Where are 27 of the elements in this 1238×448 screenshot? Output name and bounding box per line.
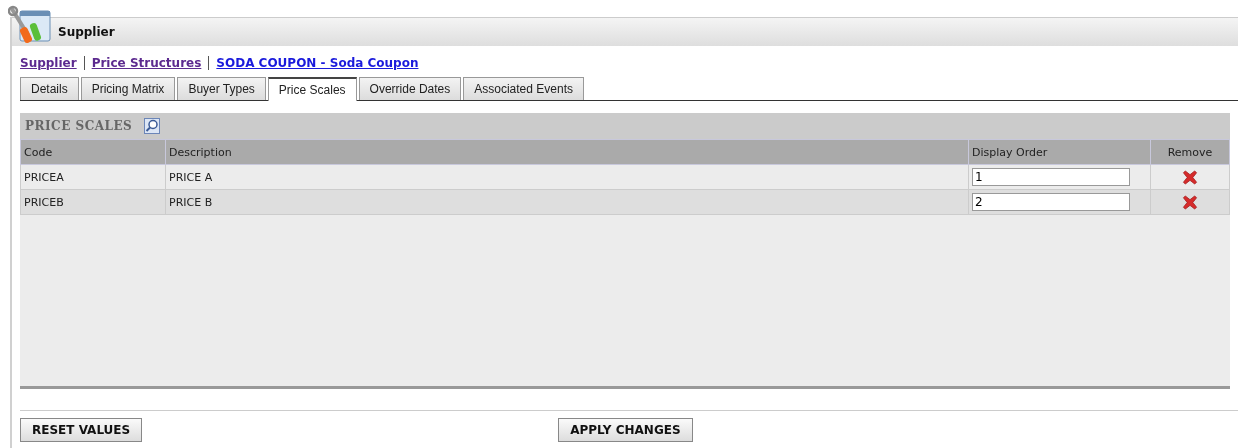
tab[interactable]: Details	[20, 77, 79, 100]
column-header: Description	[165, 139, 969, 165]
breadcrumb-link[interactable]: SODA COUPON - Soda Coupon	[216, 56, 419, 70]
breadcrumb-link[interactable]: Price Structures	[91, 56, 202, 70]
tab[interactable]: Associated Events	[463, 77, 584, 100]
table-cell: PRICEA	[20, 164, 166, 190]
column-header: Remove	[1150, 139, 1230, 165]
window-title: Supplier	[58, 25, 115, 39]
remove-icon[interactable]	[1182, 169, 1198, 185]
column-header: Display Order	[968, 139, 1151, 165]
display-order-field[interactable]: 2	[972, 193, 1130, 211]
tab[interactable]: Override Dates	[358, 77, 462, 100]
reset-values-button[interactable]: RESET VALUES	[20, 418, 143, 442]
tab[interactable]: Buyer Types	[177, 77, 266, 100]
breadcrumb-link[interactable]: Supplier	[20, 56, 77, 70]
tab[interactable]: Pricing Matrix	[80, 77, 176, 100]
display-order-field[interactable]: 1	[972, 168, 1130, 186]
table-cell: PRICE B	[165, 189, 969, 215]
panel-title: PRICE SCALES	[25, 119, 133, 133]
search-icon[interactable]	[144, 118, 161, 134]
tools-window-icon	[8, 5, 52, 45]
table-cell: PRICE A	[165, 164, 969, 190]
table-cell: PRICEB	[20, 189, 166, 215]
remove-icon[interactable]	[1182, 194, 1198, 210]
column-header: Code	[20, 139, 166, 165]
apply-changes-button[interactable]: APPLY CHANGES	[558, 418, 693, 442]
tab[interactable]: Price Scales	[267, 77, 357, 101]
